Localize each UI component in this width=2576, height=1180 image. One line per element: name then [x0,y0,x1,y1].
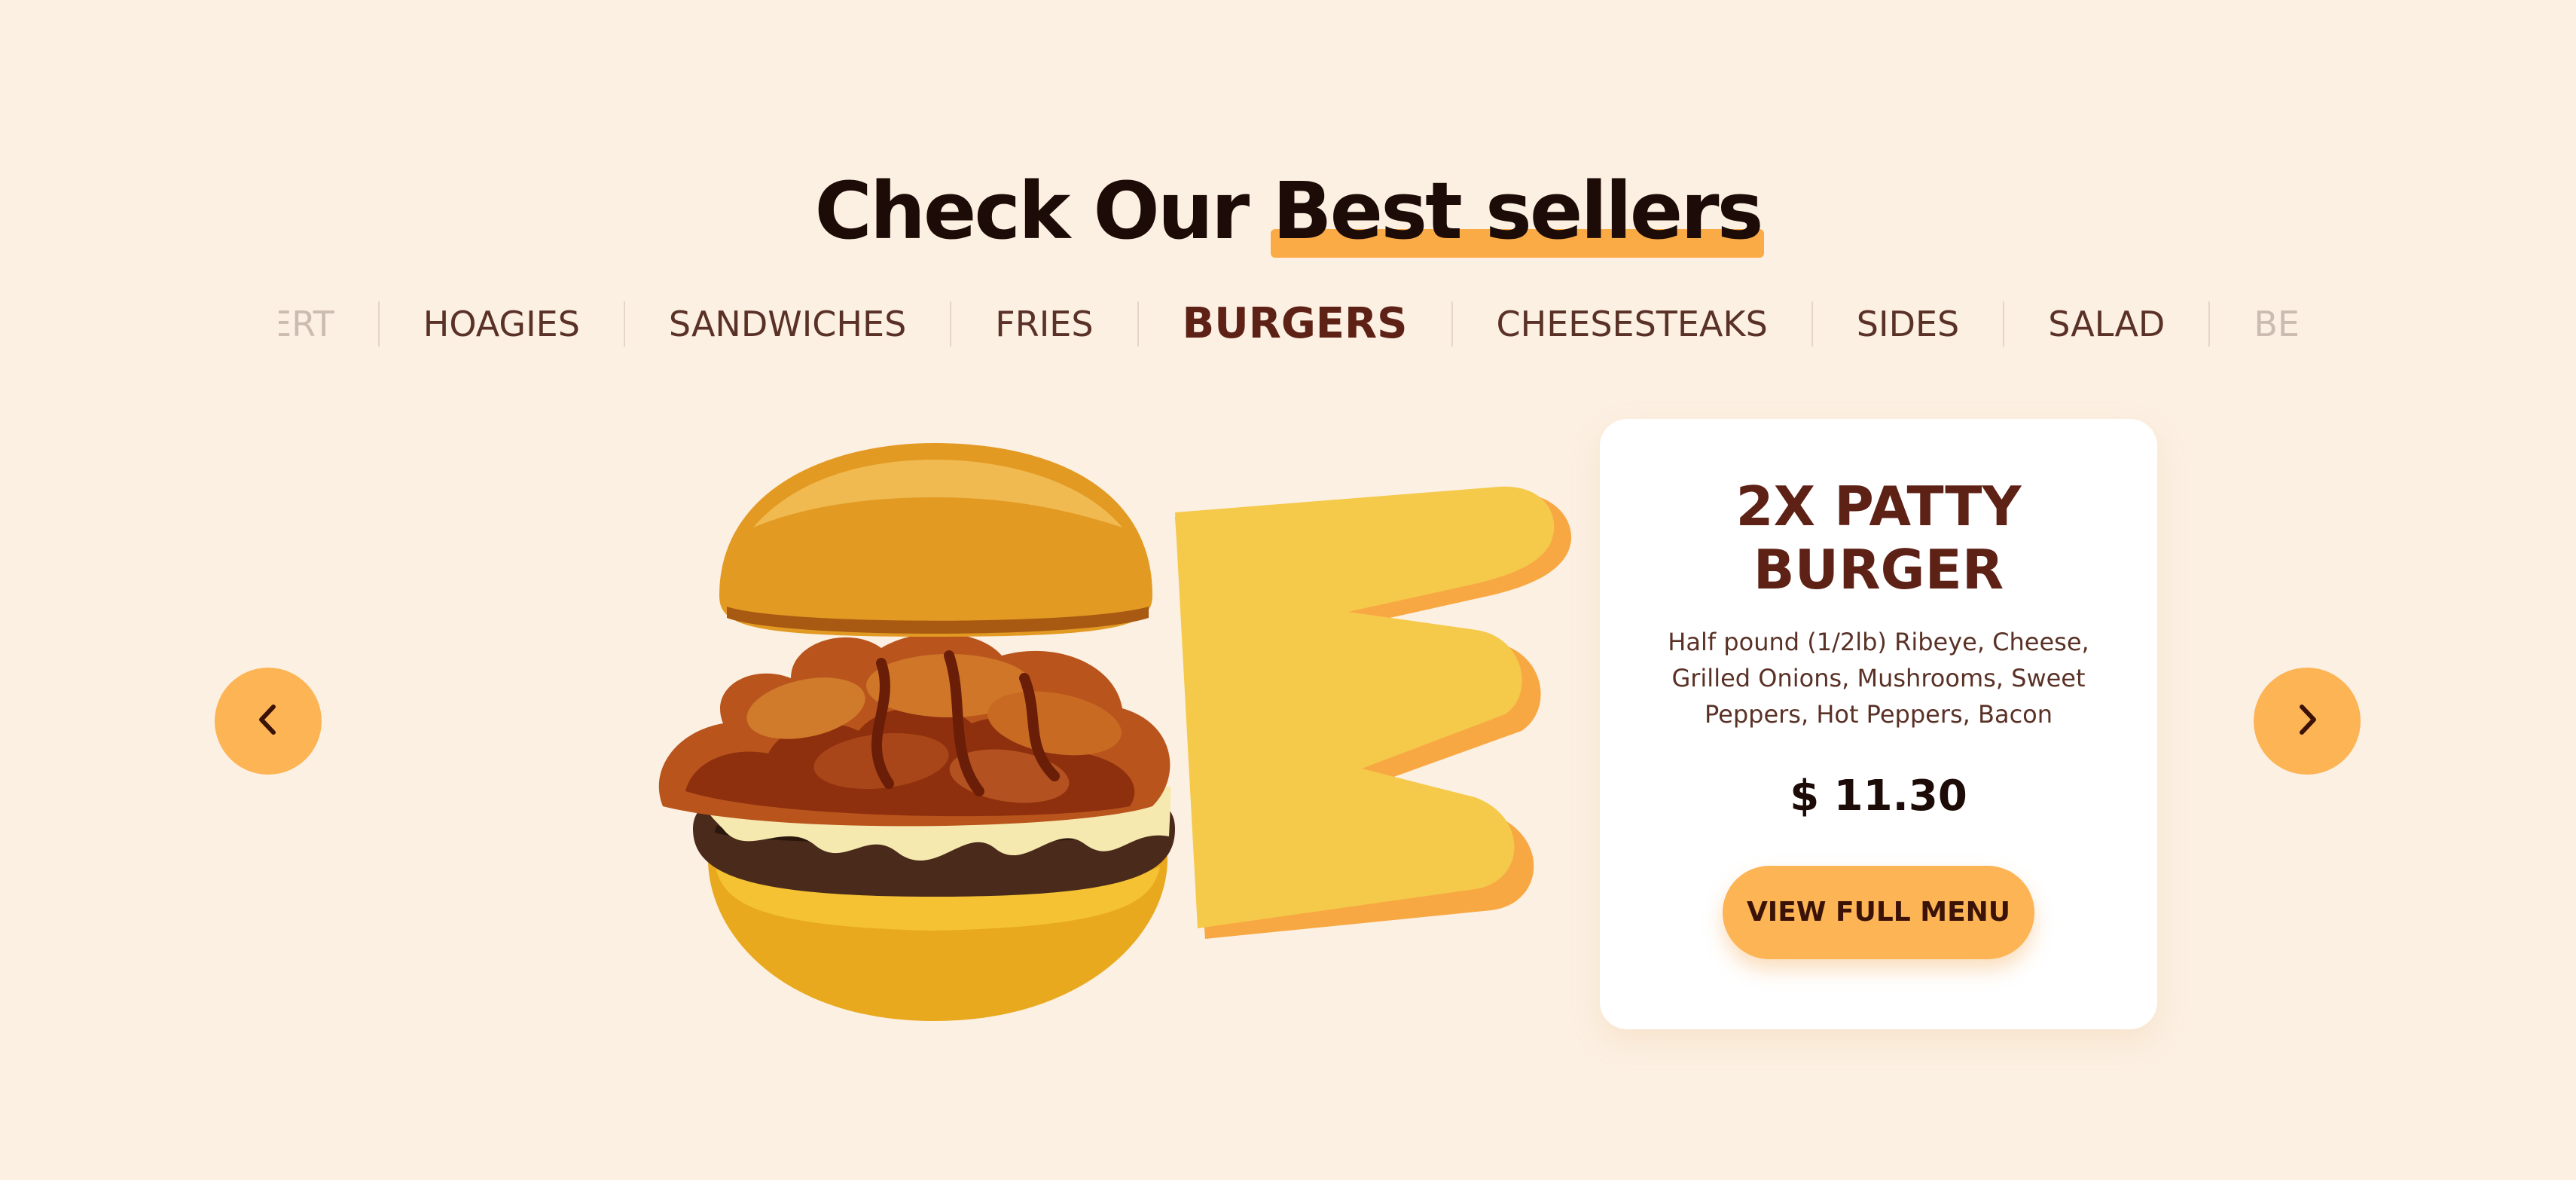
category-tabs: ERT HOAGIES SANDWICHES FRIES BURGERS CHE… [279,294,2297,354]
tab-cheesesteaks[interactable]: CHEESESTEAKS [1453,300,1811,348]
product-card: 2X PATTY BURGER Half pound (1/2lb) Ribey… [1600,419,2157,1029]
tab-beverages[interactable]: BEVE [2210,300,2297,348]
chevron-left-icon [249,701,287,741]
heading-prefix: Check Our [814,165,1273,257]
view-full-menu-button[interactable]: VIEW FULL MENU [1723,866,2034,959]
product-description: Half pound (1/2lb) Ribeye, Cheese, Grill… [1668,628,2089,729]
product-title-line1: 2X PATTY [1735,475,2022,538]
tab-fries[interactable]: FRIES [951,300,1137,348]
tab-hoagies[interactable]: HOAGIES [380,300,624,348]
prev-button[interactable] [215,668,322,775]
product-price: $ 11.30 [1790,772,1967,821]
burger-image [658,443,1175,1021]
next-button[interactable] [2254,668,2361,775]
tab-salad[interactable]: SALAD [2004,300,2208,348]
tab-sides[interactable]: SIDES [1813,300,2003,348]
tab-sandwiches[interactable]: SANDWICHES [625,300,950,348]
swoosh-decoration [1175,486,1572,939]
tab-dessert[interactable]: ERT [279,300,378,348]
product-title: 2X PATTY BURGER [1630,475,2127,601]
tab-burgers[interactable]: BURGERS [1139,300,1451,348]
section-heading: Check Our Best sellers [0,158,2576,264]
chevron-right-icon [2288,701,2326,741]
heading-highlight: Best sellers [1271,158,1765,264]
product-title-line2: BURGER [1753,538,2004,601]
